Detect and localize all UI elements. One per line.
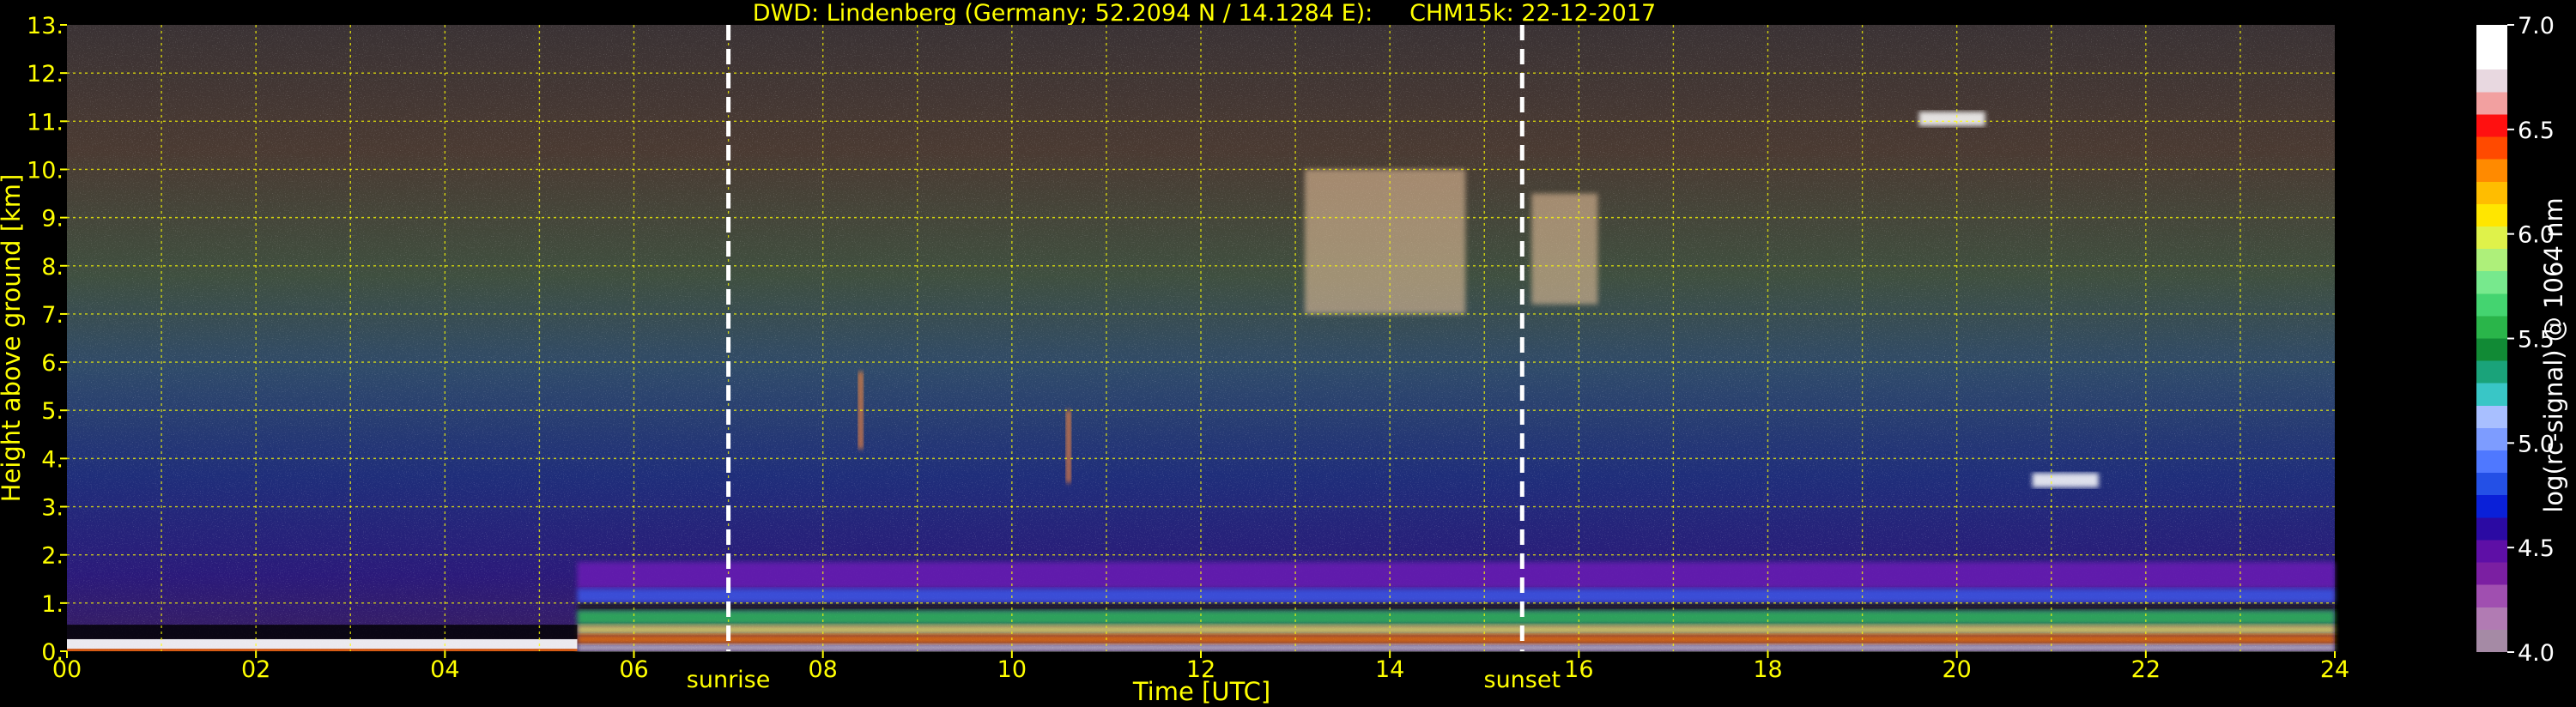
y-tick-label: 4. <box>41 446 64 473</box>
x-tick-label: 14 <box>1375 656 1404 683</box>
x-tick-label: 08 <box>808 656 837 683</box>
colorbar-label: log(rc-signal) @ 1064 nm <box>2539 197 2568 512</box>
y-tick-label: 13. <box>27 13 64 39</box>
x-tick-label: 02 <box>241 656 270 683</box>
cloud-region <box>2032 473 2099 488</box>
y-axis-label: Height above ground [km] <box>0 174 26 503</box>
x-tick-label: 06 <box>619 656 648 683</box>
y-axis: 0. 1. 2. 3. 4. 5. 6. 7. 8. 9. 10. 11. 12. 13. <box>27 13 67 666</box>
y-tick-label: 9. <box>41 206 64 233</box>
boundary-layer-band <box>577 610 2336 625</box>
cirrus-region <box>1531 193 1598 305</box>
y-tick-label: 8. <box>41 254 64 281</box>
y-tick-label: 6. <box>41 350 64 377</box>
colorbar-tick-label: 4.0 <box>2518 640 2555 667</box>
plot-area: sunrise sunset <box>67 25 2336 693</box>
ceilometer-chart: DWD: Lindenberg (Germany; 52.2094 N / 14… <box>0 0 2568 706</box>
y-tick-label: 5. <box>41 398 64 425</box>
x-tick-label: 18 <box>1753 656 1782 683</box>
surface-red-band <box>67 649 578 651</box>
cirrus-region <box>1305 169 1466 314</box>
y-tick-label: 0. <box>41 639 64 666</box>
colorbar-tick-label: 6.5 <box>2518 118 2555 144</box>
y-tick-label: 3. <box>41 495 64 522</box>
x-tick-label: 20 <box>1942 656 1971 683</box>
boundary-layer-band <box>577 602 2336 611</box>
x-tick-label: 22 <box>2131 656 2161 683</box>
y-tick-label: 10. <box>27 157 64 184</box>
y-tick-label: 12. <box>27 61 64 88</box>
marker-label-sunrise: sunrise <box>687 667 771 693</box>
boundary-layer-band <box>577 589 2336 603</box>
colorbar-scale <box>2476 25 2507 652</box>
surface-dark-band <box>67 625 578 639</box>
marker-label-sunset: sunset <box>1484 667 1561 693</box>
x-tick-label: 10 <box>997 656 1027 683</box>
boundary-layer-band <box>577 625 2336 635</box>
x-tick-label: 04 <box>430 656 459 683</box>
x-axis-label: Time [UTC] <box>1132 677 1270 706</box>
colorbar: 4.04.55.05.56.06.57.0 log(rc-signal) @ 1… <box>2476 13 2568 667</box>
x-tick-label: 24 <box>2320 656 2349 683</box>
surface-layer-band <box>67 638 578 650</box>
high-cloud-region <box>1918 112 1985 126</box>
y-tick-label: 2. <box>41 543 64 570</box>
boundary-layer-band <box>577 634 2336 644</box>
y-tick-label: 1. <box>41 591 64 618</box>
x-tick-label: 16 <box>1564 656 1593 683</box>
y-tick-label: 7. <box>41 302 64 329</box>
colorbar-tick-label: 7.0 <box>2518 13 2555 39</box>
chart-title: DWD: Lindenberg (Germany; 52.2094 N / 14… <box>753 0 1656 27</box>
colorbar-tick-label: 4.5 <box>2518 535 2555 562</box>
boundary-layer-band <box>577 644 2336 651</box>
boundary-layer-band <box>577 562 2336 589</box>
virga-streak <box>1065 410 1071 483</box>
y-tick-label: 11. <box>27 109 64 136</box>
